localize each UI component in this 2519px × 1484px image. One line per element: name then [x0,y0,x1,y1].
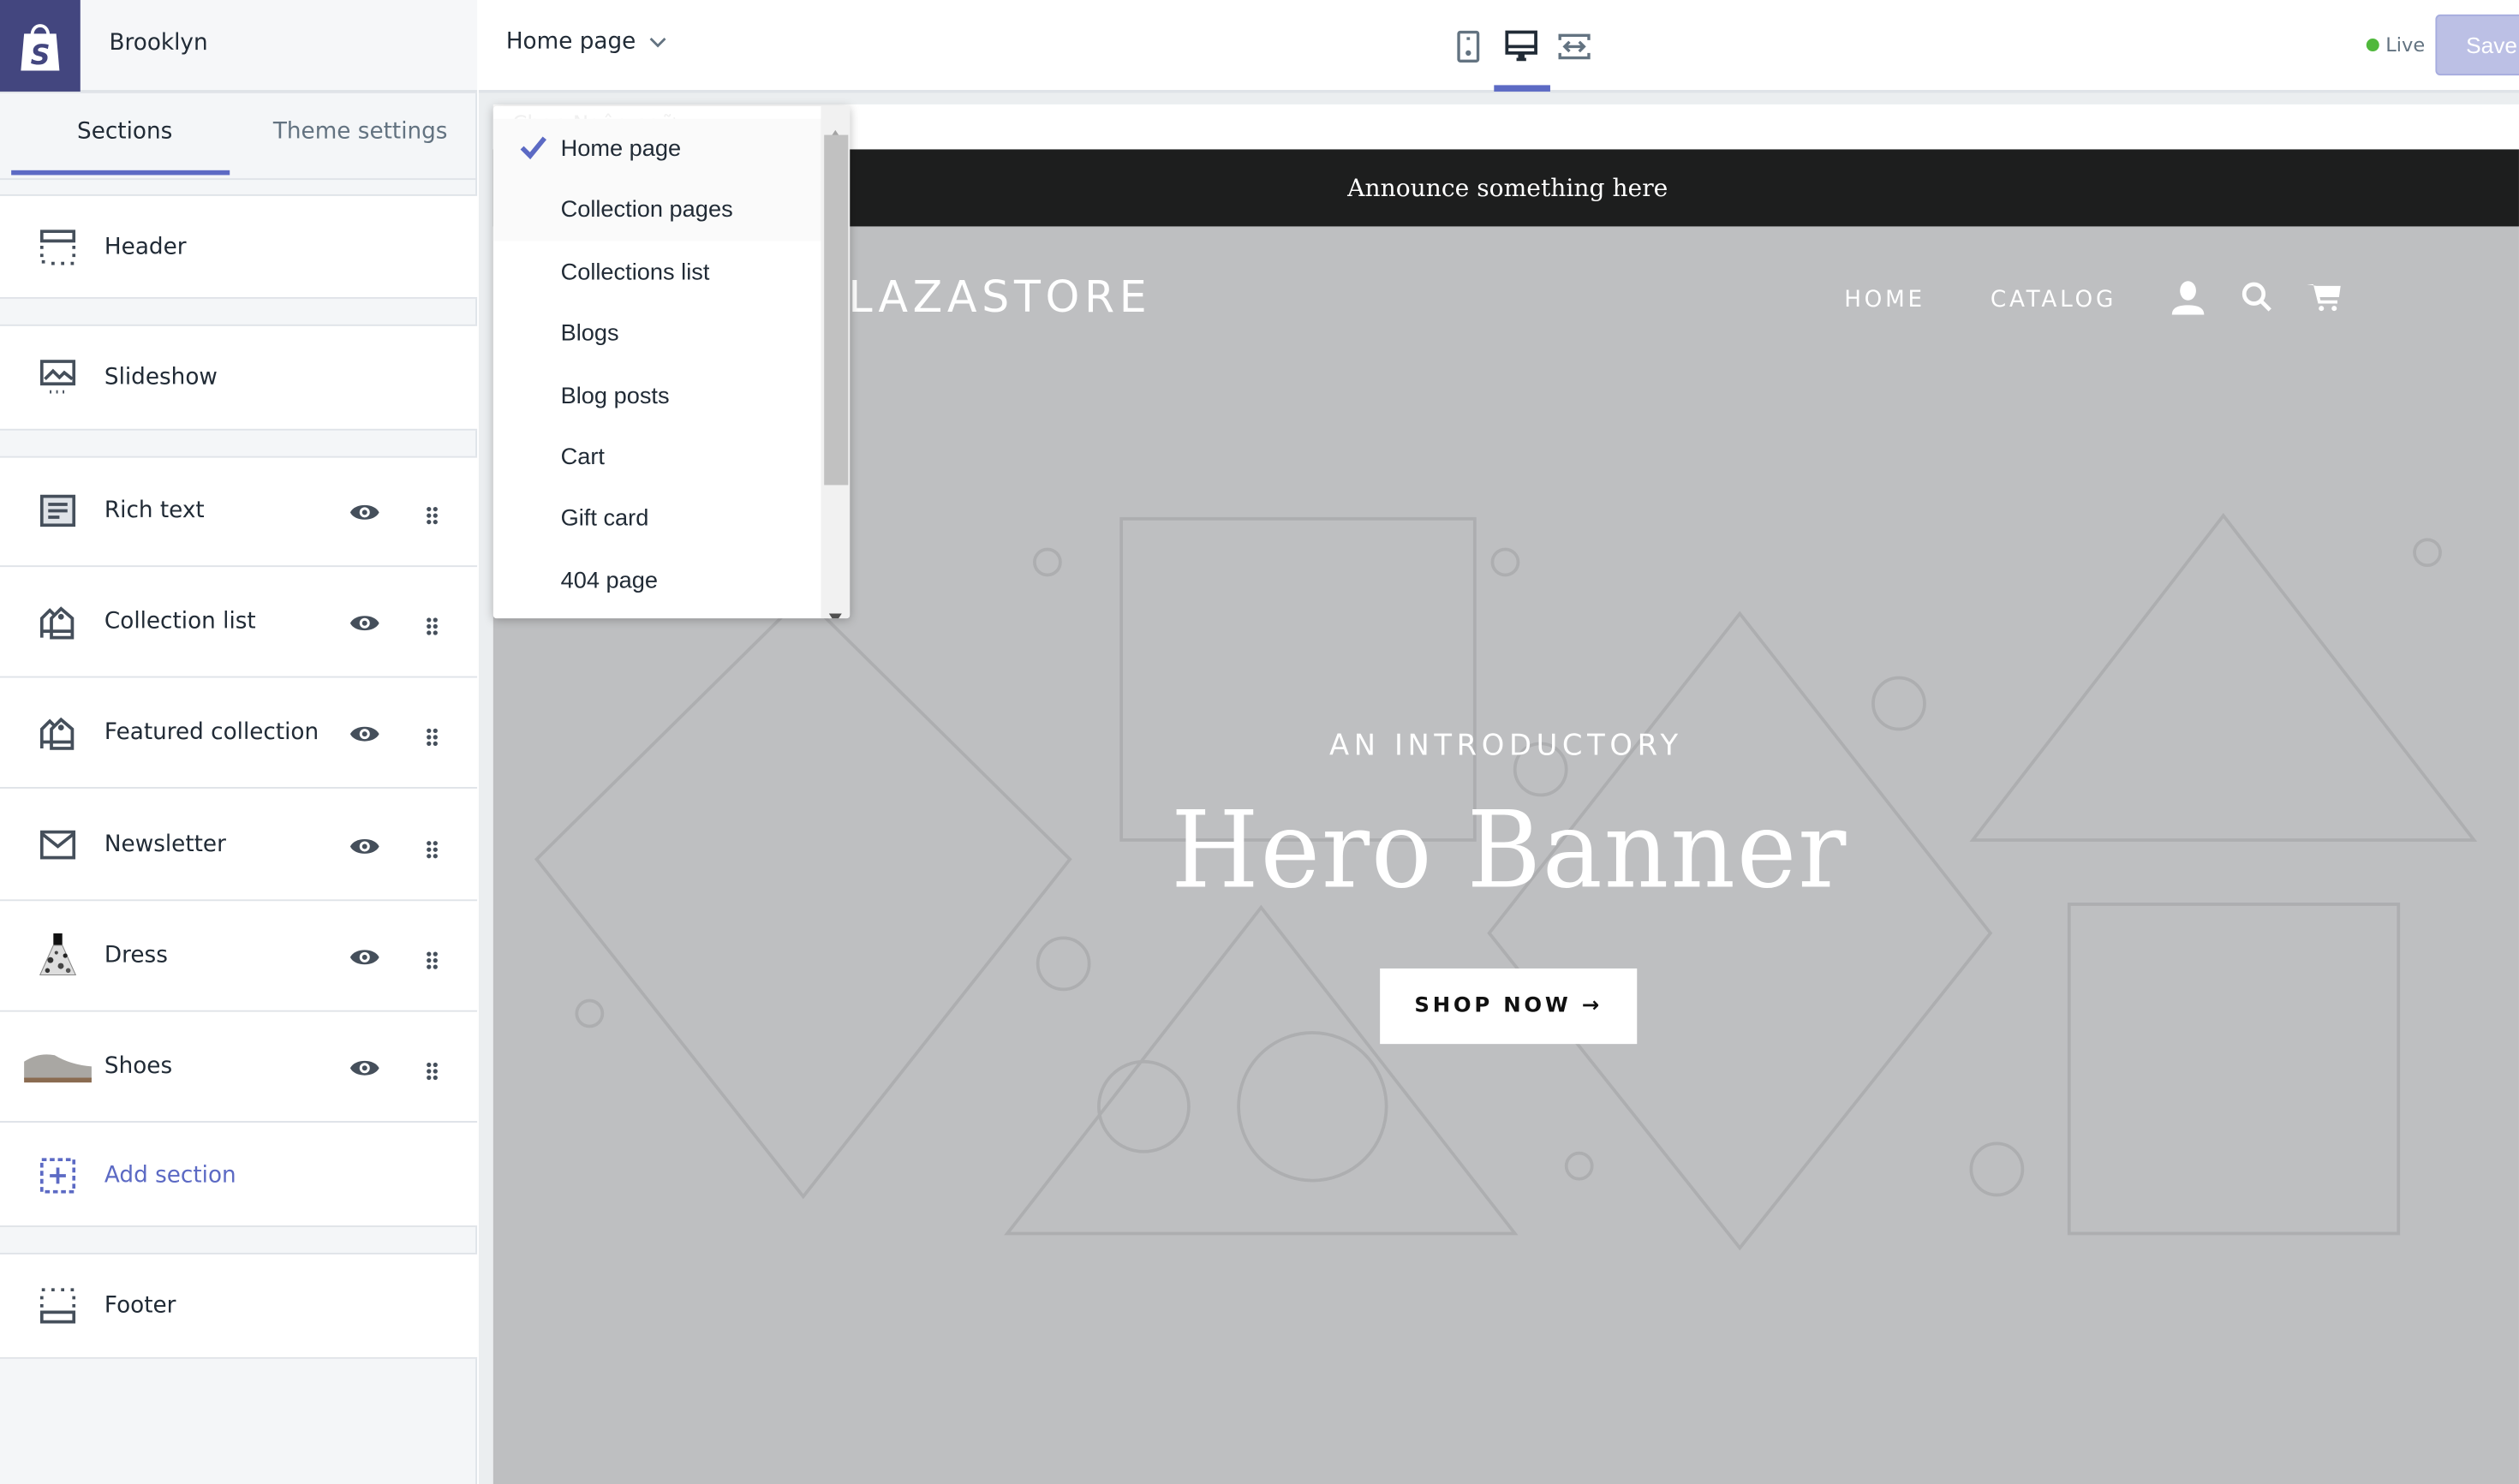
shop-now-button[interactable]: SHOP NOW → [1380,968,1638,1045]
page-dropdown-menu[interactable]: Chọn Ngôn ngữ Home page Collection pages… [492,105,851,619]
section-label: Collection list [104,608,256,635]
active-tab-indicator [11,170,230,176]
scrollbar-thumb[interactable] [824,134,849,486]
section-label: Footer [104,1292,176,1319]
collection-icon [39,713,77,752]
sidebar-header: S Brooklyn [0,0,478,93]
eye-icon[interactable] [349,945,381,967]
option-label: Home page [560,136,682,163]
footer-layout-icon [39,1286,77,1325]
chevron-down-icon [648,29,666,55]
section-label: Slideshow [104,364,218,390]
sidebar: S Brooklyn Sections Theme settings Heade… [0,0,478,1484]
dropdown-option-collection-pages[interactable]: Collection pages [492,180,821,241]
add-section-icon [39,1155,77,1194]
eye-icon[interactable] [349,1055,381,1077]
tab-sections[interactable]: Sections [77,119,172,145]
dropdown-option-blog-posts[interactable]: Blog posts [493,367,821,427]
shopify-logo-icon[interactable]: S [0,0,81,92]
dropdown-option-cart[interactable]: Cart [493,427,821,488]
section-item-dress[interactable]: Dress [0,901,477,1010]
account-icon[interactable] [2170,279,2206,321]
section-item-footer[interactable]: Footer [0,1253,477,1359]
drag-handle-icon[interactable] [424,1057,440,1081]
option-label: 404 page [560,568,659,594]
dropdown-option-404-page[interactable]: 404 page [493,551,821,611]
slideshow-icon [39,358,77,396]
live-dot-icon [2366,39,2379,52]
save-button[interactable]: Save [2435,14,2519,76]
eye-icon[interactable] [349,499,381,521]
eye-icon[interactable] [349,611,381,633]
option-label: Blogs [560,321,619,348]
section-label: Header [104,233,187,259]
live-label: Live [2385,33,2426,57]
desktop-view-icon[interactable] [1504,29,1539,64]
text-block-icon [39,492,77,530]
top-bar: Home page Live Save [478,0,2519,93]
active-device-indicator [1494,85,1550,92]
dropdown-option-home-page[interactable]: Home page [492,118,821,181]
section-item-shoes[interactable]: Shoes [0,1012,477,1122]
section-label: Dress [104,942,168,968]
option-label: Cart [560,444,605,471]
collection-icon [39,602,77,641]
add-section-button[interactable]: Add section [0,1123,477,1227]
header-layout-icon [39,227,77,265]
option-label: Collection pages [560,197,733,223]
dropdown-option-gift-card[interactable]: Gift card [493,488,821,549]
section-item-featured-collection[interactable]: Featured collection [0,678,477,788]
dropdown-option-collections-list[interactable]: Collections list [493,242,821,303]
eye-icon[interactable] [349,832,381,855]
nav-home[interactable]: HOME [1844,288,1925,313]
divider [0,178,478,181]
section-label: Rich text [104,498,205,524]
page-selector[interactable]: Home page [506,29,666,55]
live-status: Live [2366,33,2426,57]
hero-title: Hero Banner [1171,788,1848,913]
store-logo[interactable]: LAZASTORE [848,273,1151,323]
tab-theme-settings[interactable]: Theme settings [273,119,448,145]
section-item-slideshow[interactable]: Slideshow [0,325,477,431]
svg-text:S: S [31,38,51,70]
page-selector-label: Home page [505,28,636,55]
section-label: Shoes [104,1053,173,1080]
section-item-collection-list[interactable]: Collection list [0,567,477,676]
section-item-rich-text[interactable]: Rich text [0,456,477,566]
envelope-icon [39,825,77,863]
shoe-thumbnail [22,1047,93,1086]
cart-icon[interactable] [2307,283,2342,318]
search-icon[interactable] [2241,281,2273,319]
drag-handle-icon[interactable] [424,612,440,635]
mobile-view-icon[interactable] [1451,29,1486,64]
checkmark-icon [519,135,548,168]
theme-name: Brooklyn [109,30,208,57]
section-label: Featured collection [104,719,319,746]
dress-thumbnail [39,928,77,983]
section-item-header[interactable]: Header [0,194,477,299]
drag-handle-icon[interactable] [424,946,440,969]
drag-handle-icon[interactable] [424,501,440,525]
section-item-newsletter[interactable]: Newsletter [0,789,477,899]
add-section-label: Add section [104,1161,236,1189]
section-label: Newsletter [104,831,226,857]
eye-icon[interactable] [349,721,381,743]
full-width-view-icon[interactable] [1556,29,1591,64]
dropdown-option-blogs[interactable]: Blogs [493,303,821,364]
option-label: Gift card [560,505,649,532]
scroll-down-arrow-icon[interactable] [828,599,842,619]
drag-handle-icon[interactable] [424,723,440,747]
dropdown-scrollbar[interactable] [821,105,851,619]
nav-catalog[interactable]: CATALOG [1991,288,2116,313]
option-label: Collections list [560,259,710,286]
drag-handle-icon[interactable] [424,834,440,858]
option-label: Blog posts [560,384,670,410]
hero-subtitle: AN INTRODUCTORY [1329,729,1683,763]
